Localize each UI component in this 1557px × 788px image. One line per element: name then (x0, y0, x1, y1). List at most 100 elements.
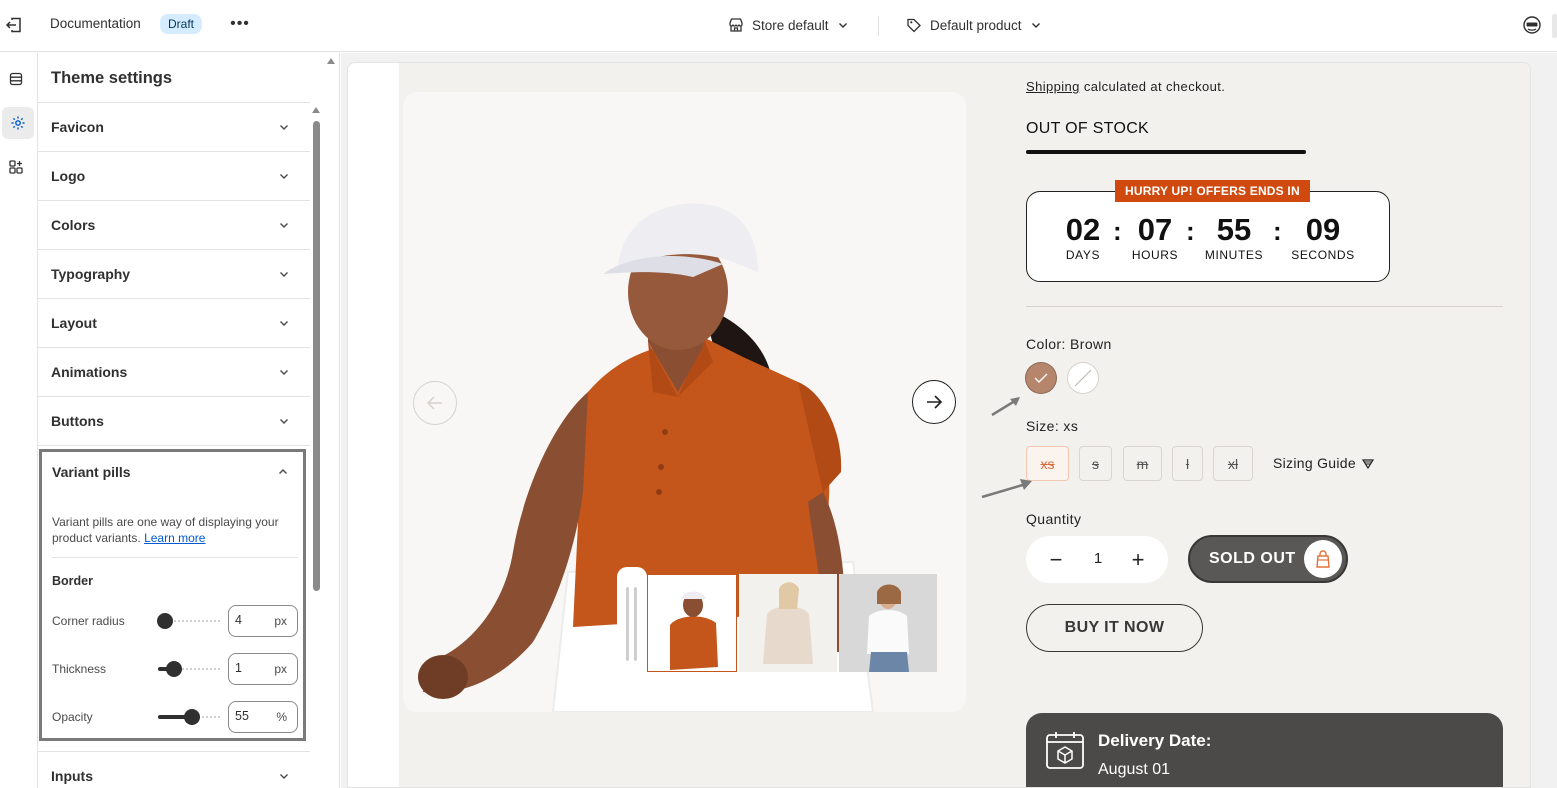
chevron-up-icon[interactable] (277, 466, 289, 478)
sold-out-label: SOLD OUT (1209, 550, 1296, 567)
arrow-right-icon (927, 395, 943, 409)
shipping-link[interactable]: Shipping (1026, 79, 1080, 94)
thickness-field[interactable]: px (228, 653, 298, 685)
section-favicon[interactable]: Favicon (38, 103, 310, 152)
opacity-slider-thumb[interactable] (184, 709, 200, 725)
sizing-guide-link[interactable]: Sizing Guide (1273, 455, 1376, 471)
panel-title: Theme settings (51, 69, 173, 87)
divider (1026, 306, 1503, 307)
stock-bar (1026, 150, 1306, 154)
size-pill-xl[interactable]: xl (1213, 446, 1253, 481)
shipping-note: Shipping calculated at checkout. (1026, 79, 1225, 94)
days-value: 02 (1065, 212, 1101, 247)
theme-settings-panel: Theme settings Favicon Logo Colors Typog… (38, 53, 340, 788)
thumbnail-3[interactable] (839, 574, 937, 672)
border-heading: Border (52, 574, 93, 588)
section-colors[interactable]: Colors (38, 201, 310, 250)
divider (52, 557, 298, 558)
size-pill-s[interactable]: s (1079, 446, 1112, 481)
section-label: Buttons (51, 413, 104, 429)
thumbnail-image (648, 575, 736, 671)
section-typography[interactable]: Typography (38, 250, 310, 299)
thumbnail-drag-handle[interactable] (617, 567, 647, 683)
section-label: Logo (51, 168, 86, 184)
delivery-title: Delivery Date: (1098, 731, 1212, 750)
store-selector[interactable]: Store default (728, 13, 849, 37)
color-swatch-white[interactable] (1068, 363, 1098, 393)
chevron-down-icon (280, 272, 288, 277)
quantity-decrease-button[interactable]: − (1044, 548, 1068, 572)
user-avatar-icon[interactable] (1522, 15, 1542, 35)
size-pill-l[interactable]: l (1172, 446, 1203, 481)
scroll-up-icon[interactable] (312, 107, 320, 113)
chevron-down-icon (280, 223, 288, 228)
delivery-date-card: Delivery Date: August 01 (1026, 713, 1503, 787)
storefront-preview: Shipping calculated at checkout. OUT OF … (347, 62, 1531, 788)
opacity-label: Opacity (52, 710, 93, 724)
section-label: Typography (51, 266, 131, 282)
learn-more-link[interactable]: Learn more (144, 531, 205, 545)
tag-icon (907, 18, 921, 33)
opacity-field[interactable]: % (228, 701, 298, 733)
store-icon (729, 18, 743, 32)
section-animations[interactable]: Animations (38, 348, 310, 397)
quantity-value[interactable]: 1 (1086, 550, 1110, 567)
panel-scrollbar[interactable] (313, 121, 320, 591)
thickness-input[interactable] (235, 661, 271, 675)
section-label[interactable]: Variant pills (52, 464, 131, 480)
thumbnail-strip (617, 567, 937, 683)
thumbnail-1[interactable] (647, 574, 737, 672)
variant-pills-description: Variant pills are one way of displaying … (52, 514, 300, 546)
section-label: Colors (51, 217, 96, 233)
section-label: Layout (51, 315, 97, 331)
sections-icon[interactable] (0, 63, 32, 95)
section-logo[interactable]: Logo (38, 152, 310, 201)
minutes-value: 55 (1216, 212, 1252, 247)
corner-radius-field[interactable]: px (228, 605, 298, 637)
section-inputs[interactable]: Inputs (38, 751, 310, 788)
gallery-next-button[interactable] (912, 380, 956, 424)
corner-radius-label: Corner radius (52, 614, 125, 628)
gallery-prev-button[interactable] (413, 381, 457, 425)
quantity-increase-button[interactable]: + (1126, 548, 1150, 572)
unit-label: px (274, 662, 287, 676)
buy-it-now-button[interactable]: BUY IT NOW (1026, 604, 1203, 652)
sold-out-button[interactable]: SOLD OUT (1188, 535, 1348, 583)
thumbnail-image (739, 574, 837, 672)
chevron-down-icon (280, 370, 288, 375)
chevron-down-icon (280, 774, 288, 779)
theme-settings-gear-icon[interactable] (2, 107, 34, 139)
chevron-down-icon (280, 174, 288, 179)
panel-scroll-up-icon[interactable] (327, 58, 335, 64)
exit-icon[interactable] (4, 15, 24, 35)
section-variant-pills: Variant pills Variant pills are one way … (39, 449, 306, 741)
product-selector[interactable]: Default product (906, 13, 1042, 37)
more-actions-icon[interactable]: ••• (230, 14, 250, 34)
seconds-value: 09 (1305, 212, 1341, 247)
color-swatch-brown[interactable] (1026, 363, 1056, 393)
opacity-input[interactable] (235, 709, 271, 723)
countdown-seconds: 09 SECONDS (1289, 212, 1357, 262)
thumbnail-2[interactable] (739, 574, 837, 672)
sizing-guide-label: Sizing Guide (1273, 455, 1356, 471)
thumbnail-image (839, 574, 937, 672)
annotation-arrow-icon (991, 397, 1020, 417)
apps-icon[interactable] (0, 151, 32, 183)
section-label: Animations (51, 364, 128, 380)
quantity-label: Quantity (1026, 511, 1082, 527)
corner-radius-input[interactable] (235, 613, 271, 627)
draft-badge: Draft (160, 14, 203, 34)
size-pill-m[interactable]: m (1123, 446, 1162, 481)
shopping-bag-icon (1304, 540, 1342, 578)
opacity-control: Opacity % (52, 701, 300, 733)
corner-radius-control: Corner radius px (52, 605, 300, 637)
colon: : (1273, 216, 1282, 246)
thickness-slider-thumb[interactable] (166, 661, 182, 677)
product-gallery (403, 92, 966, 712)
section-layout[interactable]: Layout (38, 299, 310, 348)
corner-radius-slider-thumb[interactable] (157, 613, 173, 629)
arrow-left-icon (426, 396, 442, 410)
section-label: Favicon (51, 119, 104, 135)
product-page: Shipping calculated at checkout. OUT OF … (399, 63, 1530, 787)
section-buttons[interactable]: Buttons (38, 397, 310, 446)
